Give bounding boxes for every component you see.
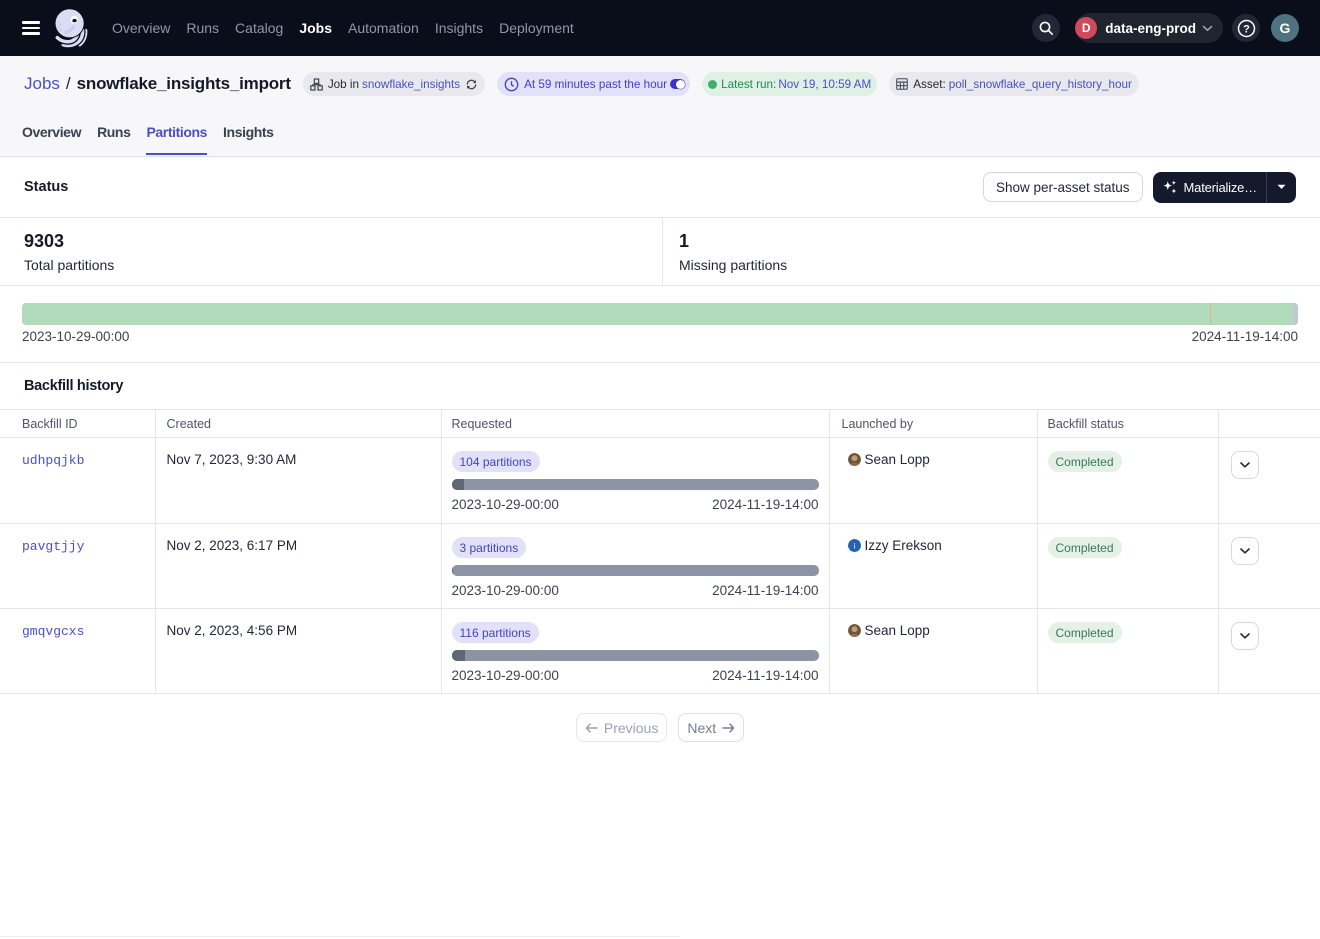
svg-text:i: i	[853, 541, 855, 550]
svg-text:?: ?	[1243, 23, 1250, 35]
